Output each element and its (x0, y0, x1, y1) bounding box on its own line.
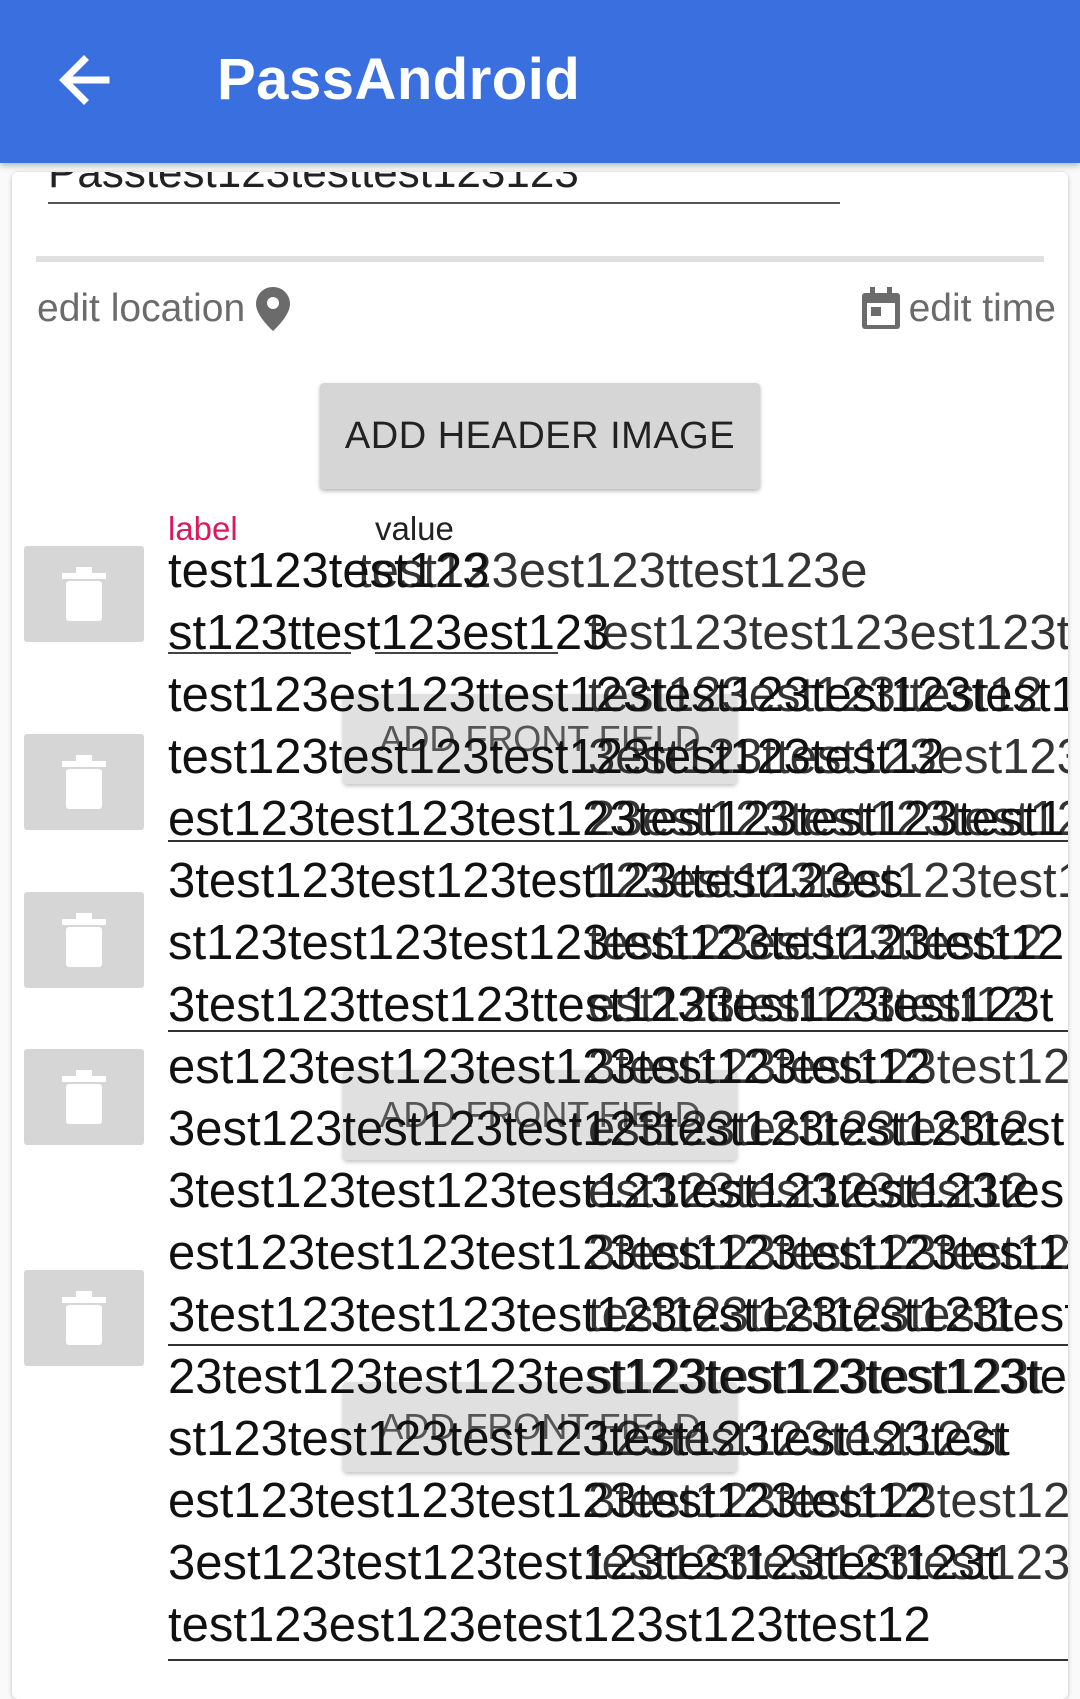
overlapping-text-line[interactable]: est123test123test123test123test123test12… (168, 1038, 1068, 1096)
overlapping-text-line[interactable]: 3test123test123test123test123test123test… (168, 1286, 1068, 1344)
text-layer: est123test123test12 (588, 1164, 1030, 1218)
edit-location-label: edit location (37, 287, 246, 330)
text-layer: 123est123test123test1 (588, 854, 1068, 908)
trash-icon (62, 755, 106, 809)
text-layer: test123est123etest123st123ttest12 (168, 1598, 931, 1652)
text-layer: st123test123test123t (588, 1350, 1043, 1404)
overlapping-text-line[interactable]: 3est123test123test123test123test123test1… (168, 1100, 1068, 1158)
delete-field-button[interactable] (24, 734, 144, 830)
overlapping-text-line[interactable]: 3test123ttest123ttest123ttest123test123t… (168, 976, 1068, 1034)
edit-location-button[interactable]: edit location (37, 285, 293, 333)
trash-icon (62, 1070, 106, 1124)
calendar-icon (861, 287, 900, 329)
text-layer: test123test123est123t (588, 606, 1068, 660)
text-layer: 3est123ttest123est123t (588, 730, 1068, 784)
trash-icon (62, 913, 106, 967)
text-layer: est123test123test12 (588, 978, 1030, 1032)
field-underline (168, 1344, 1068, 1346)
text-layer: test123est123ttest12 (588, 668, 1043, 722)
delete-field-button[interactable] (24, 1270, 144, 1366)
edit-time-label: edit time (908, 287, 1056, 330)
delete-field-button[interactable] (24, 546, 144, 642)
overlapping-text-line[interactable]: st123test123test123test123test123test12 t… (168, 914, 1068, 972)
overlapping-text-line[interactable]: st123test123test123test123test123test 123… (168, 1410, 1068, 1468)
text-layer: test123est123ttest123e (358, 544, 868, 598)
description-input[interactable]: Passtest123testtest123123 (48, 172, 840, 204)
text-layer: st123ttest123est123 (168, 606, 610, 660)
overlapping-text-line[interactable]: test123test123 test123est123ttest123e (168, 542, 1068, 600)
text-layer: test123test123test123 (588, 1536, 1068, 1590)
field-underline (168, 1659, 1068, 1661)
delete-field-button[interactable] (24, 892, 144, 988)
overlapping-text-line[interactable]: st123ttest123est123 test123test123est123t (168, 604, 1068, 662)
text-layer: 123test123test123t (588, 1412, 1005, 1466)
overlapping-text-line[interactable]: test123est123ttest123test123test123test1… (168, 666, 1068, 724)
app-bar: PassAndroid (0, 0, 1080, 163)
overlapping-text-line[interactable]: est123test123test123test123test123test12… (168, 1224, 1068, 1282)
add-header-image-button[interactable]: ADD HEADER IMAGE (320, 383, 760, 489)
text-layer: 3test123test123test12 (588, 1474, 1068, 1528)
text-layer: 3test123test123test12 (588, 1226, 1068, 1280)
text-layer: 3test123test123test12 (588, 1040, 1068, 1094)
text-layer: est123test123test12 (588, 1102, 1030, 1156)
pass-edit-card: Passtest123testtest123123 edit location … (12, 172, 1068, 1699)
overlapping-text-line[interactable]: test123test123test123test123test12 3est12… (168, 728, 1068, 786)
app-title: PassAndroid (217, 47, 581, 112)
arrow-back-icon[interactable] (56, 50, 112, 110)
text-layer: 23est123test123test12 (588, 792, 1068, 846)
trash-icon (62, 1291, 106, 1345)
location-pin-icon (256, 287, 291, 331)
edit-time-button[interactable]: edit time (859, 285, 1056, 333)
text-layer: test123test123test1 (588, 1288, 1016, 1342)
overlapping-text-line[interactable]: 3test123test123test123test123test123tes e… (168, 1162, 1068, 1220)
text-layer: test123est123ttest12 (588, 916, 1043, 970)
overlapping-text-line[interactable]: est123test123test123test123test123test12… (168, 1472, 1068, 1530)
overlapping-text-line[interactable]: 23test123test123test123test123test123te s… (168, 1348, 1068, 1406)
delete-field-button[interactable] (24, 1049, 144, 1145)
overlapping-text-line[interactable]: test123est123etest123st123ttest12 (168, 1596, 1068, 1654)
overlapping-text-line[interactable]: est123test123test123test123test123test12… (168, 790, 1068, 848)
overlapping-text-line[interactable]: 3est123test123test123test123test123t test… (168, 1534, 1068, 1592)
divider (36, 256, 1044, 262)
trash-icon (62, 567, 106, 621)
overlapping-text-line[interactable]: 3test123test123test123ttest123es 123est12… (168, 852, 1068, 910)
